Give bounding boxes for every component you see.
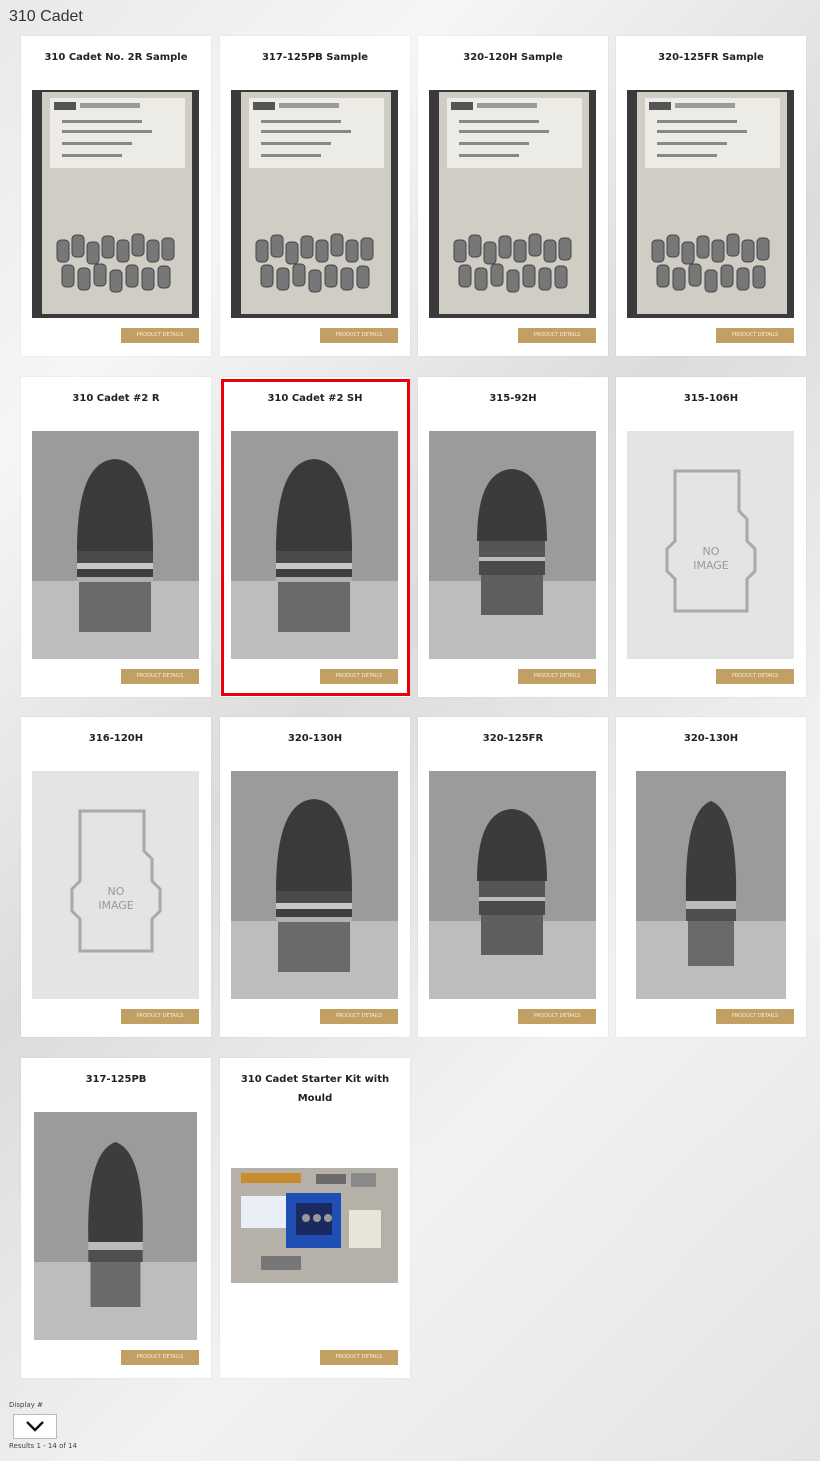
svg-text:NO: NO bbox=[108, 885, 125, 898]
svg-text:NO: NO bbox=[703, 545, 720, 558]
product-title[interactable]: 320-130H bbox=[622, 729, 800, 748]
display-select[interactable] bbox=[13, 1414, 57, 1439]
product-details-button[interactable]: PRODUCT DETAILS bbox=[121, 669, 199, 684]
product-image[interactable] bbox=[32, 431, 199, 659]
svg-text:IMAGE: IMAGE bbox=[693, 559, 729, 572]
product-details-button[interactable]: PRODUCT DETAILS bbox=[320, 328, 398, 343]
product-card[interactable]: 315-92H PRODUCT DETAILS bbox=[418, 377, 608, 697]
product-title[interactable]: 317-125PB Sample bbox=[226, 48, 404, 67]
product-card[interactable]: 317-125PB PRODUCT DETAILS bbox=[21, 1058, 211, 1378]
product-title[interactable]: 320-120H Sample bbox=[424, 48, 602, 67]
display-label: Display # bbox=[9, 1401, 43, 1409]
product-image[interactable] bbox=[231, 1168, 398, 1283]
product-card[interactable]: 320-125FR Sample PRODUCT DETAILS bbox=[616, 36, 806, 356]
svg-text:IMAGE: IMAGE bbox=[98, 899, 134, 912]
product-image[interactable] bbox=[231, 771, 398, 999]
product-image[interactable] bbox=[636, 771, 786, 999]
product-card[interactable]: 310 Cadet Starter Kit with Mould PRODUCT… bbox=[220, 1058, 410, 1378]
product-image[interactable] bbox=[429, 771, 596, 999]
product-card[interactable]: 320-125FR PRODUCT DETAILS bbox=[418, 717, 608, 1037]
product-image[interactable] bbox=[34, 1112, 197, 1340]
results-count: Results 1 - 14 of 14 bbox=[9, 1442, 77, 1450]
product-title[interactable]: 320-130H bbox=[226, 729, 404, 748]
product-details-button[interactable]: PRODUCT DETAILS bbox=[320, 1009, 398, 1024]
product-title[interactable]: 310 Cadet #2 R bbox=[27, 389, 205, 408]
product-image[interactable] bbox=[231, 90, 398, 318]
product-title[interactable]: 315-92H bbox=[424, 389, 602, 408]
product-title[interactable]: 315-106H bbox=[622, 389, 800, 408]
product-title[interactable]: 310 Cadet No. 2R Sample bbox=[27, 48, 205, 67]
product-details-button[interactable]: PRODUCT DETAILS bbox=[716, 669, 794, 684]
product-details-button[interactable]: PRODUCT DETAILS bbox=[121, 328, 199, 343]
selection-highlight bbox=[221, 379, 410, 696]
product-image[interactable] bbox=[627, 90, 794, 318]
product-details-button[interactable]: PRODUCT DETAILS bbox=[121, 1350, 199, 1365]
product-card[interactable]: 310 Cadet #2 R PRODUCT DETAILS bbox=[21, 377, 211, 697]
page-title: 310 Cadet bbox=[9, 8, 83, 25]
product-details-button[interactable]: PRODUCT DETAILS bbox=[320, 1350, 398, 1365]
product-title[interactable]: 316-120H bbox=[27, 729, 205, 748]
product-card[interactable]: 320-130H PRODUCT DETAILS bbox=[616, 717, 806, 1037]
no-image-placeholder[interactable]: NO IMAGE bbox=[627, 431, 794, 659]
product-card[interactable]: 316-120H NO IMAGE PRODUCT DETAILS bbox=[21, 717, 211, 1037]
product-card[interactable]: 315-106H NO IMAGE PRODUCT DETAILS bbox=[616, 377, 806, 697]
product-details-button[interactable]: PRODUCT DETAILS bbox=[518, 328, 596, 343]
product-title[interactable]: 317-125PB bbox=[27, 1070, 205, 1089]
product-details-button[interactable]: PRODUCT DETAILS bbox=[716, 328, 794, 343]
product-card[interactable]: 320-120H Sample PRODUCT DETAILS bbox=[418, 36, 608, 356]
product-card[interactable]: 320-130H PRODUCT DETAILS bbox=[220, 717, 410, 1037]
product-title[interactable]: 310 Cadet Starter Kit with Mould bbox=[226, 1070, 404, 1108]
no-image-placeholder[interactable]: NO IMAGE bbox=[32, 771, 199, 999]
product-title[interactable]: 320-125FR bbox=[424, 729, 602, 748]
product-details-button[interactable]: PRODUCT DETAILS bbox=[518, 669, 596, 684]
product-details-button[interactable]: PRODUCT DETAILS bbox=[121, 1009, 199, 1024]
product-details-button[interactable]: PRODUCT DETAILS bbox=[518, 1009, 596, 1024]
product-card[interactable]: 310 Cadet No. 2R Sample PRODUCT DETAILS bbox=[21, 36, 211, 356]
product-image[interactable] bbox=[429, 90, 596, 318]
product-title[interactable]: 320-125FR Sample bbox=[622, 48, 800, 67]
product-image[interactable] bbox=[32, 90, 199, 318]
product-card[interactable]: 317-125PB Sample PRODUCT DETAILS bbox=[220, 36, 410, 356]
chevron-down-icon bbox=[14, 1415, 56, 1438]
product-details-button[interactable]: PRODUCT DETAILS bbox=[716, 1009, 794, 1024]
product-image[interactable] bbox=[429, 431, 596, 659]
